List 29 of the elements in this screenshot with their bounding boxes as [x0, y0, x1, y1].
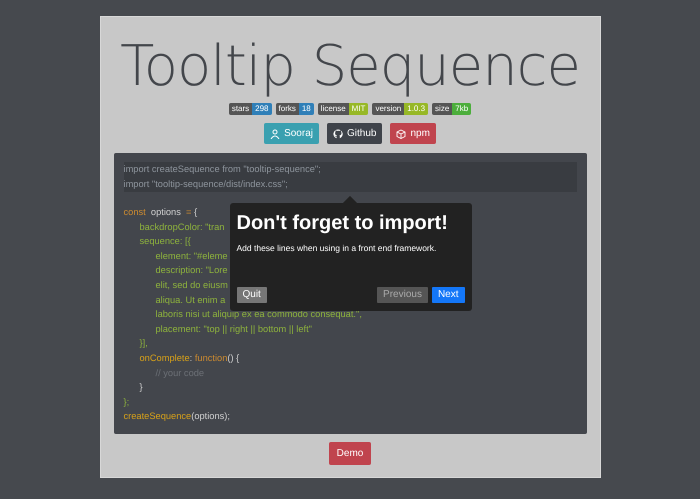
- code-line: elit, sed do eiusm: [156, 278, 228, 292]
- quit-button[interactable]: Quit: [236, 287, 267, 303]
- code-line: const options = {: [124, 206, 198, 219]
- previous-button[interactable]: Previous: [377, 287, 428, 303]
- link-button[interactable]: Sooraj: [264, 123, 319, 144]
- cube-icon: [396, 128, 406, 138]
- code-line: sequence: [{: [140, 235, 191, 248]
- link-button[interactable]: npm: [390, 123, 436, 144]
- code-line: import "tooltip-sequence/dist/index.css";: [124, 178, 288, 191]
- person-icon: [270, 128, 280, 138]
- link-button[interactable]: Github: [326, 123, 382, 144]
- code-line: createSequence(options);: [124, 410, 230, 424]
- code-line: };: [124, 396, 130, 409]
- demo-button[interactable]: Demo: [328, 442, 372, 465]
- code-line: import createSequence from "tooltip-sequence";: [124, 163, 321, 176]
- code-line: description: "Lore: [156, 264, 228, 278]
- code-line: element: "#eleme: [156, 250, 228, 263]
- code-line: onComplete: function() {: [140, 352, 240, 365]
- tooltip-description: Add these lines when using in a front end framework.: [236, 242, 438, 255]
- code-line: }],: [140, 337, 148, 350]
- cat-icon: [332, 128, 343, 138]
- code-line: aliqua. Ut enim a: [156, 294, 226, 307]
- code-line: backdropColor: "tran: [140, 220, 224, 234]
- tooltip-title: Don't forget to import!: [236, 211, 449, 235]
- page-title: Tooltip Sequence: [119, 33, 581, 95]
- code-line: laboris nisi ut aliquip ex ea commodo consequat.",: [156, 308, 362, 322]
- code-line: placement: "top || right || bottom || left": [156, 322, 312, 336]
- code-line: }: [140, 381, 143, 394]
- next-button[interactable]: Next: [432, 287, 464, 303]
